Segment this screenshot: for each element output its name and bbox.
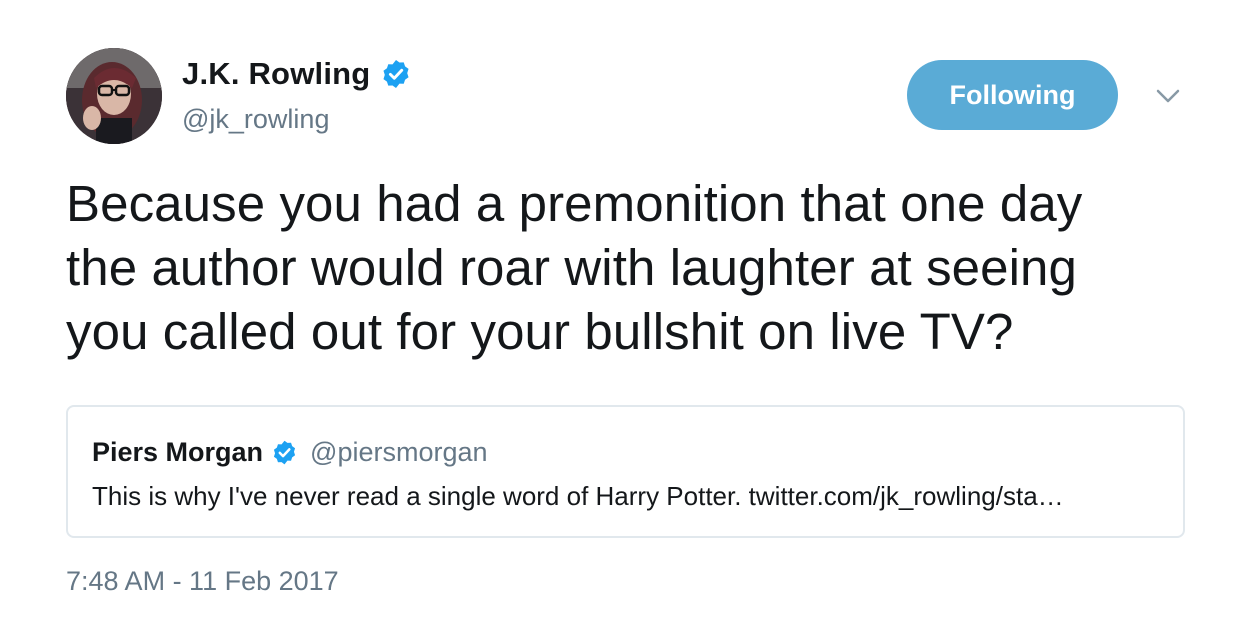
- quoted-tweet-text: This is why I've never read a single wor…: [92, 481, 1064, 511]
- following-button[interactable]: Following: [907, 60, 1118, 130]
- avatar-image: [66, 48, 162, 144]
- verified-badge-icon: [380, 58, 412, 90]
- quoted-tweet-header: Piers Morgan @piersmorgan: [92, 435, 488, 469]
- verified-badge-icon: [271, 439, 298, 466]
- tweet-text-line: the author would roar with laughter at s…: [66, 239, 1077, 296]
- tweet-timestamp[interactable]: 7:48 AM - 11 Feb 2017: [66, 566, 339, 597]
- author-name-row: J.K. Rowling: [182, 54, 412, 94]
- author-handle[interactable]: @jk_rowling: [182, 104, 329, 135]
- avatar[interactable]: [66, 48, 162, 144]
- quoted-author-name: Piers Morgan: [92, 436, 264, 467]
- quoted-tweet-card[interactable]: Piers Morgan @piersmorgan This is why I'…: [66, 405, 1185, 538]
- tweet-text-line: Because you had a premonition that one d…: [66, 175, 1083, 232]
- tweet-text: Because you had a premonition that one d…: [66, 172, 1206, 364]
- author-display-name[interactable]: J.K. Rowling: [182, 56, 370, 92]
- quoted-author-handle: @piersmorgan: [310, 436, 488, 467]
- tweet-text-line: you called out for your bullshit on live…: [66, 303, 1014, 360]
- tweet-card: J.K. Rowling @jk_rowling Following Becau…: [0, 0, 1258, 626]
- chevron-down-icon[interactable]: [1152, 84, 1184, 108]
